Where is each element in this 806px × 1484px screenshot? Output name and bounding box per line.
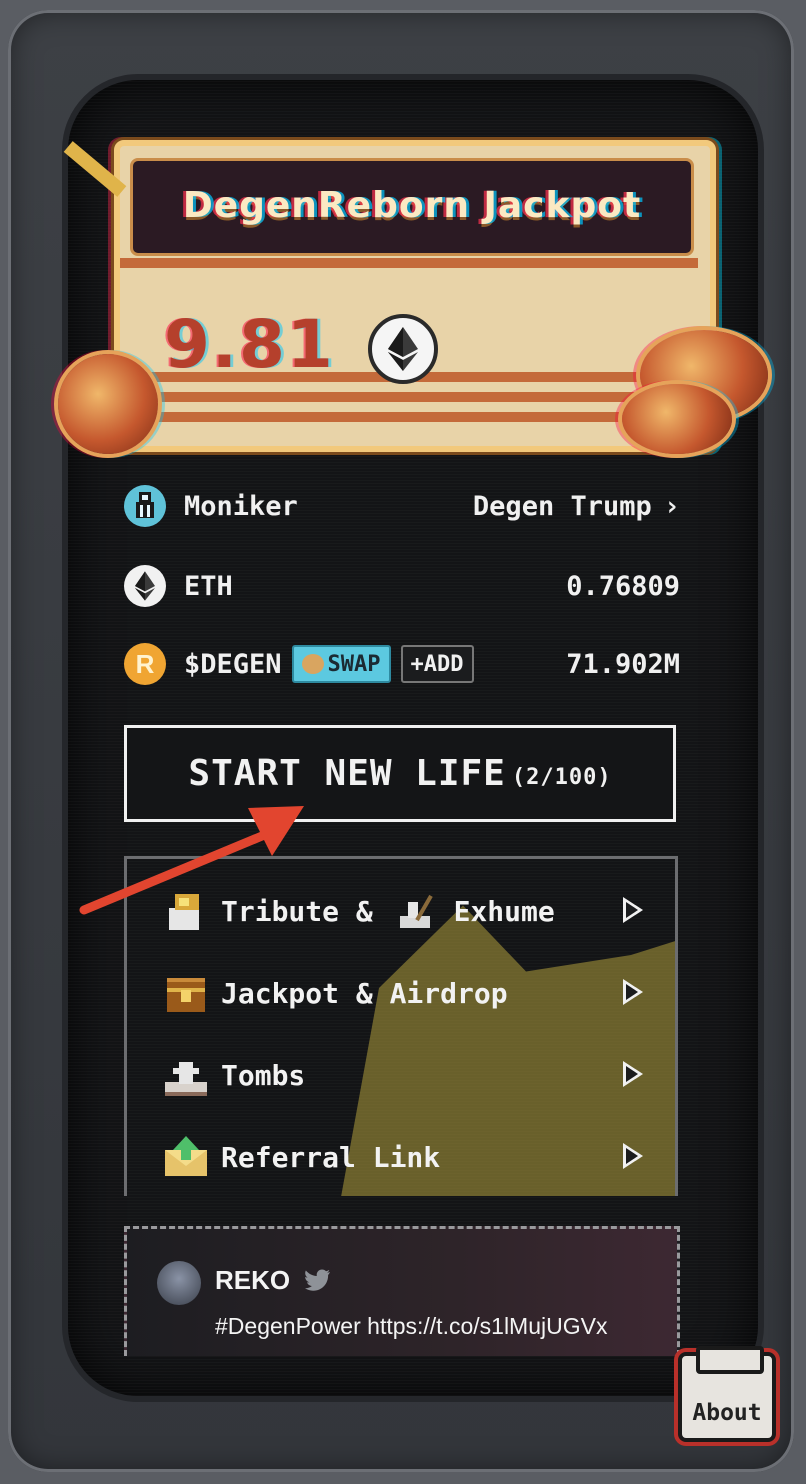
annotation-arrow	[79, 806, 304, 915]
